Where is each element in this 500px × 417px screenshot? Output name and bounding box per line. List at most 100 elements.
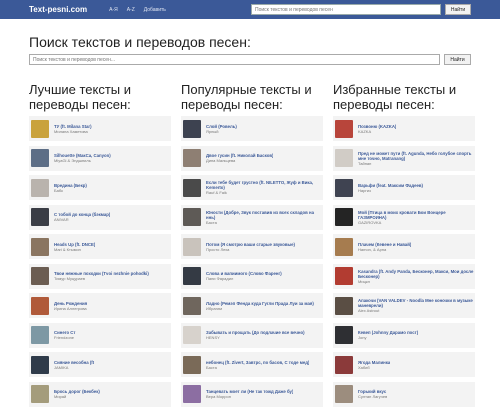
artist-name[interactable]: KAZKA (358, 129, 396, 134)
album-thumbnail[interactable] (335, 326, 353, 344)
artist-name[interactable]: GAZIROVKA (358, 220, 475, 225)
album-thumbnail[interactable] (183, 267, 201, 285)
album-thumbnail[interactable] (335, 208, 353, 226)
album-thumbnail[interactable] (183, 296, 201, 315)
artist-name[interactable]: HENSY (206, 335, 305, 340)
album-thumbnail[interactable] (335, 178, 353, 197)
album-thumbnail[interactable] (183, 385, 201, 403)
artist-name[interactable]: Ярный (206, 129, 237, 134)
song-title-link[interactable]: Мой (Птица в моих кровати Бои Вонцере ГА… (358, 210, 475, 220)
artist-name[interactable]: Mari & Ктымон (54, 247, 95, 252)
song-list-item[interactable]: Забывать и прощать (До подлачие все вечн… (181, 322, 323, 348)
artist-name[interactable]: Ирина Аллегрова (54, 306, 87, 311)
song-list-item[interactable]: Слова и вапиимого (Слово Фаренг) Пани Фар… (181, 263, 323, 289)
song-title-link[interactable]: Kasandra (ft. Andy Panda, Бесконер, Макс… (358, 269, 475, 279)
artist-name[interactable]: Hamon, & Арна (358, 247, 411, 252)
song-list-item[interactable]: Апакочи (VAN VALDEV - Noodla Мне коночки… (333, 293, 475, 318)
artist-name[interactable]: Тимур Муцураев (54, 276, 149, 281)
artist-name[interactable]: Баста (206, 365, 309, 370)
artist-name[interactable]: Ибрагим (206, 306, 314, 311)
artist-name[interactable]: Rauf & Faik (206, 190, 323, 195)
album-thumbnail[interactable] (31, 237, 49, 256)
song-list-item[interactable]: День Рождения Ирина Аллегрова (29, 293, 171, 318)
artist-name[interactable]: Дина Мальцева (206, 158, 273, 163)
album-thumbnail[interactable] (31, 326, 49, 344)
album-thumbnail[interactable] (183, 178, 201, 197)
album-thumbnail[interactable] (183, 119, 201, 138)
header-search-button[interactable]: Найти (445, 4, 471, 15)
nav-link-add[interactable]: Добавить (144, 7, 166, 13)
artist-name[interactable]: JAMIKA (54, 365, 94, 370)
song-list-item[interactable]: Танцевать моет ли (Не так тожд Даже бу) В… (181, 381, 323, 407)
album-thumbnail[interactable] (31, 385, 49, 403)
album-thumbnail[interactable] (31, 355, 49, 374)
artist-name[interactable]: Наргиз (358, 188, 423, 193)
artist-name[interactable]: Jony (358, 335, 418, 340)
album-thumbnail[interactable] (31, 178, 49, 197)
album-thumbnail[interactable] (335, 237, 353, 256)
artist-name[interactable]: ANIVAR (54, 217, 110, 222)
song-list-item[interactable]: Горький вкус Султан Лагучев (333, 381, 475, 407)
album-thumbnail[interactable] (183, 208, 201, 226)
site-logo[interactable]: Text-pesni.com (29, 5, 87, 14)
artist-name[interactable]: Вера Моррон (206, 394, 293, 399)
album-thumbnail[interactable] (31, 149, 49, 167)
song-list-item[interactable]: Твои нежные походки (Tvoi nezhnie pohodk… (29, 263, 171, 289)
album-thumbnail[interactable] (335, 119, 353, 138)
album-thumbnail[interactable] (335, 149, 353, 167)
song-list-item[interactable]: Синего Ст Friendzone (29, 322, 171, 348)
song-list-item[interactable]: небонец (ft. Zivert, Завтрс, по басов, С… (181, 352, 323, 377)
song-list-item[interactable]: Позвоню (KAZKA) KAZKA (333, 116, 475, 141)
song-title-link[interactable]: Если тебе будет грустно (ft. NILETTO, Жу… (206, 180, 323, 190)
song-list-item[interactable]: Пред не может пути (ft. Agunda, Небо гол… (333, 145, 475, 171)
album-thumbnail[interactable] (31, 296, 49, 315)
song-list-item[interactable]: Silhouette (МакСа, Canyon) MiyaGi & Эндшп… (29, 145, 171, 171)
artist-name[interactable]: Хабиб (358, 365, 390, 370)
song-list-item[interactable]: ТУ (ft. Milana Star) Милана Хаметова (29, 116, 171, 141)
album-thumbnail[interactable] (183, 149, 201, 167)
album-thumbnail[interactable] (31, 208, 49, 226)
artist-name[interactable]: Бабк (54, 188, 87, 193)
song-list-item[interactable]: Плачем (Кевене и Навай) Hamon, & Арна (333, 234, 475, 259)
song-list-item[interactable]: Варьфи (feat. Максим Фадеев) Наргиз (333, 175, 475, 200)
song-list-item[interactable]: Двое гусин (ft. Николай Басков) Дина Маль… (181, 145, 323, 171)
album-thumbnail[interactable] (335, 355, 353, 374)
album-thumbnail[interactable] (31, 119, 49, 138)
song-list-item[interactable]: Слой (Ровель) Ярный (181, 116, 323, 141)
artist-name[interactable]: Пани Фарадил (206, 276, 282, 281)
song-list-item[interactable]: С тобой до конца (бэкмар) ANIVAR (29, 204, 171, 230)
song-title-link[interactable]: Пред не может пути (ft. Agunda, Небо гол… (358, 151, 475, 161)
song-list-item[interactable]: Ягода Малинка Хабиб (333, 352, 475, 377)
song-list-item[interactable]: Мой (Птица в моих кровати Бои Вонцере ГА… (333, 204, 475, 230)
album-thumbnail[interactable] (183, 237, 201, 256)
song-list-item[interactable]: Кевеп (Johnny Дарамо пост) Jony (333, 322, 475, 348)
album-thumbnail[interactable] (183, 355, 201, 374)
artist-name[interactable]: MiyaGi & Эндшпиль (54, 158, 111, 163)
album-thumbnail[interactable] (335, 267, 353, 285)
artist-name[interactable]: Султан Лагучев (358, 394, 387, 399)
song-list-item[interactable]: Heads Up (ft. DNCE) Mari & Ктымон (29, 234, 171, 259)
song-list-item[interactable]: Брось дорог (Бекбек) Мирай (29, 381, 171, 407)
song-list-item[interactable]: Юности (Добре, Звук поставив из всех скл… (181, 204, 323, 230)
album-thumbnail[interactable] (335, 385, 353, 403)
artist-name[interactable]: Мирай (54, 394, 100, 399)
song-list-item[interactable]: Сияние весобна (ft JAMIKA (29, 352, 171, 377)
song-list-item[interactable]: Вредина (Бекр) Бабк (29, 175, 171, 200)
main-search-button[interactable]: Найти (444, 54, 471, 65)
song-list-item[interactable]: Если тебе будет грустно (ft. NILETTO, Жу… (181, 175, 323, 200)
nav-link-cyrillic[interactable]: A-Я (109, 7, 118, 13)
artist-name[interactable]: Friendzone (54, 335, 76, 340)
artist-name[interactable]: Мицкл (358, 279, 475, 284)
artist-name[interactable]: Баста (206, 220, 323, 225)
song-title-link[interactable]: Апакочи (VAN VALDEV - Noodla Мне коночки… (358, 298, 475, 308)
artist-name[interactable]: Просто Леха (206, 247, 295, 252)
artist-name[interactable]: Тайпан (358, 161, 475, 166)
song-title-link[interactable]: Юности (Добре, Звук поставив из всех скл… (206, 210, 323, 220)
header-search-input[interactable] (251, 4, 441, 15)
song-list-item[interactable]: Kasandra (ft. Andy Panda, Бесконер, Макс… (333, 263, 475, 289)
song-list-item[interactable]: Потом (Я смотрю ваши старые звуковые) Про… (181, 234, 323, 259)
nav-link-latin[interactable]: A-Z (127, 7, 135, 13)
song-list-item[interactable]: Ладно (Ремэп Фенда куда Гугли Прада Луи … (181, 293, 323, 318)
main-search-input[interactable] (29, 54, 440, 65)
album-thumbnail[interactable] (183, 326, 201, 344)
